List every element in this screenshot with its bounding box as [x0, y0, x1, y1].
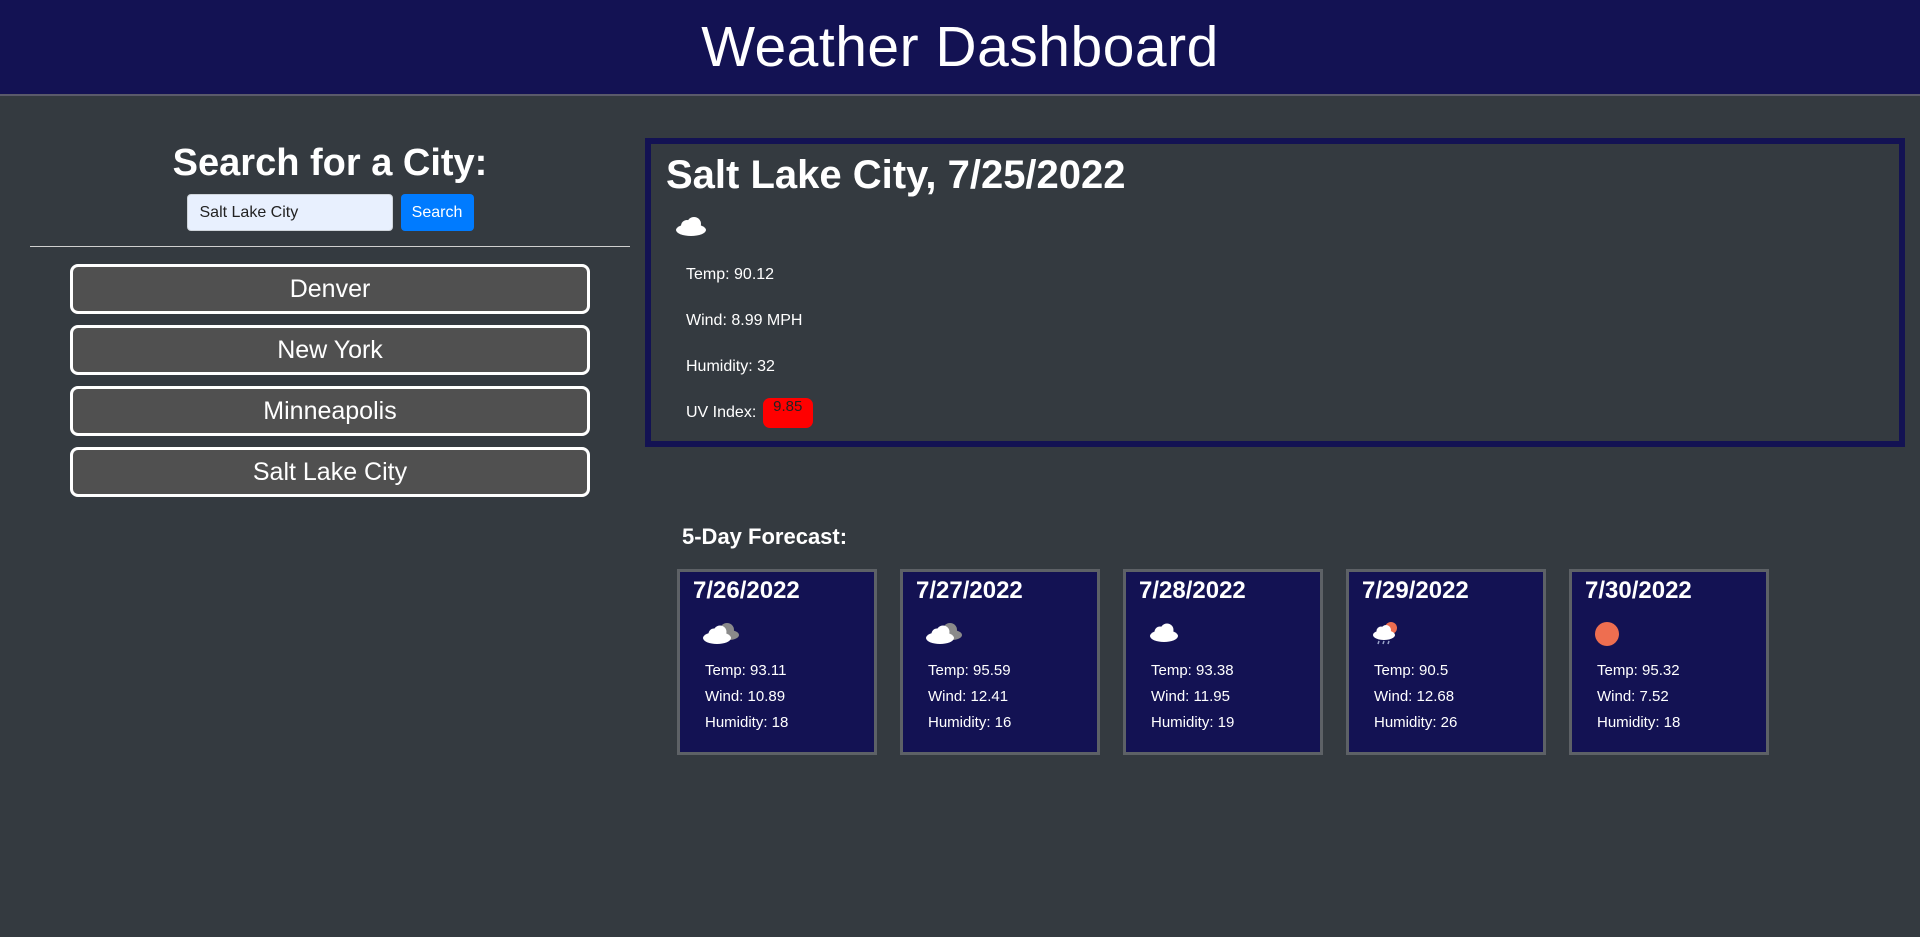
uv-label: UV Index:: [686, 404, 757, 421]
forecast-date: 7/28/2022: [1139, 577, 1246, 604]
search-panel: Search for a City: Search Denver New Yor…: [30, 138, 630, 497]
search-history: Denver New York Minneapolis Salt Lake Ci…: [30, 264, 630, 497]
page-title: Weather Dashboard: [701, 15, 1219, 79]
current-temp: Temp: 90.12: [686, 266, 775, 283]
history-city-button[interactable]: New York: [70, 325, 590, 375]
forecast-humidity: Humidity: 26: [1374, 714, 1458, 731]
uv-index-badge: 9.85: [762, 397, 813, 428]
current-city-date: Salt Lake City, 7/25/2022: [666, 153, 1126, 197]
forecast-date: 7/29/2022: [1362, 577, 1469, 604]
forecast-wind: Wind: 7.52: [1597, 688, 1669, 705]
history-city-button[interactable]: Minneapolis: [70, 386, 590, 436]
forecast-date: 7/26/2022: [693, 577, 800, 604]
forecast-temp: Temp: 95.59: [928, 662, 1011, 679]
forecast-temp: Temp: 90.5: [1374, 662, 1449, 679]
forecast-humidity: Humidity: 18: [705, 714, 789, 731]
forecast-humidity: Humidity: 18: [1597, 714, 1681, 731]
rain-sun-icon: [1373, 622, 1397, 645]
sun-icon: [1595, 622, 1619, 646]
history-city-button[interactable]: Denver: [70, 264, 590, 314]
forecast-date: 7/30/2022: [1585, 577, 1692, 604]
forecast-row: 7/26/2022 Temp: 93.11 Wind: 10.89 Humidi…: [677, 569, 1769, 755]
current-weather-card: Salt Lake City, 7/25/2022 Temp: 90.12 Wi…: [645, 138, 1905, 447]
forecast-wind: Wind: 11.95: [1151, 688, 1230, 705]
broken-clouds-icon: [703, 623, 739, 644]
forecast-title: 5-Day Forecast:: [682, 524, 848, 549]
forecast-wind: Wind: 12.68: [1374, 688, 1455, 705]
broken-clouds-icon: [926, 623, 962, 644]
current-wind: Wind: 8.99 MPH: [686, 312, 803, 329]
divider: [30, 246, 630, 247]
forecast-wind: Wind: 10.89: [705, 688, 786, 705]
cloud-icon: [1150, 623, 1178, 642]
forecast-temp: Temp: 95.32: [1597, 662, 1680, 679]
current-humidity: Humidity: 32: [686, 358, 775, 375]
forecast-card: 7/29/2022 Temp: 90.5 Wind: 12.68 Humidit…: [1346, 569, 1546, 755]
forecast-humidity: Humidity: 19: [1151, 714, 1235, 731]
page-header: Weather Dashboard: [0, 0, 1920, 96]
forecast-card: 7/28/2022 Temp: 93.38 Wind: 11.95 Humidi…: [1123, 569, 1323, 755]
forecast-date: 7/27/2022: [916, 577, 1023, 604]
cloud-icon: [676, 217, 706, 236]
city-search-input[interactable]: [186, 194, 393, 231]
forecast-temp: Temp: 93.38: [1151, 662, 1234, 679]
search-heading: Search for a City:: [172, 142, 488, 184]
current-uv-row: UV Index: 9.85: [686, 390, 1899, 436]
forecast-card: 7/26/2022 Temp: 93.11 Wind: 10.89 Humidi…: [677, 569, 877, 755]
search-button[interactable]: Search: [400, 194, 474, 231]
forecast-wind: Wind: 12.41: [928, 688, 1009, 705]
forecast-card: 7/30/2022 Temp: 95.32 Wind: 7.52 Humidit…: [1569, 569, 1769, 755]
forecast-card: 7/27/2022 Temp: 95.59 Wind: 12.41 Humidi…: [900, 569, 1100, 755]
history-city-button[interactable]: Salt Lake City: [70, 447, 590, 497]
search-row: Search: [30, 194, 630, 231]
forecast-temp: Temp: 93.11: [705, 662, 787, 679]
forecast-humidity: Humidity: 16: [928, 714, 1012, 731]
